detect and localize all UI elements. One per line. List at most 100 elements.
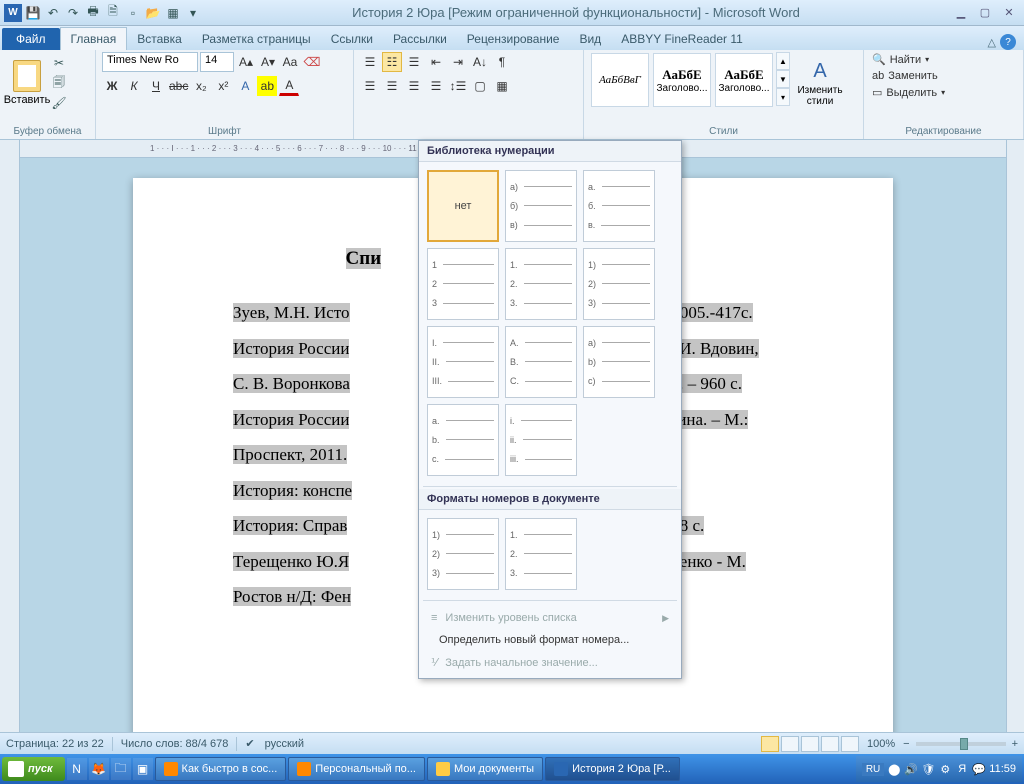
numbering-latin-upper[interactable]: A.B.C. [505, 326, 577, 398]
tray-icon-3[interactable]: 🛡 [921, 762, 935, 776]
table-icon[interactable]: ▦ [164, 4, 182, 22]
align-right-icon[interactable]: ☰ [404, 76, 424, 96]
view-print-layout[interactable] [761, 736, 779, 752]
tray-icon-6[interactable]: 💬 [972, 762, 986, 776]
numbering-digits-paren[interactable]: 1)2)3) [583, 248, 655, 320]
underline-icon[interactable]: Ч [146, 76, 166, 96]
shrink-font-icon[interactable]: A▾ [258, 52, 278, 72]
style-scroll-up[interactable]: ▲ [776, 52, 790, 70]
doc-format-1[interactable]: 1)2)3) [427, 518, 499, 590]
ribbon-minimize-icon[interactable]: △ [988, 36, 996, 49]
spell-check-icon[interactable]: ✔ [245, 737, 254, 750]
clock[interactable]: 11:59 [989, 763, 1016, 775]
tab-insert[interactable]: Вставка [127, 28, 192, 50]
help-icon[interactable]: ? [1000, 34, 1016, 50]
numbering-none[interactable]: нет [427, 170, 499, 242]
increase-indent-icon[interactable]: ⇥ [448, 52, 468, 72]
tray-icon-5[interactable]: Я [955, 762, 969, 776]
font-size-combo[interactable]: 14 [200, 52, 234, 72]
zoom-out-button[interactable]: − [903, 738, 909, 750]
bold-icon[interactable]: Ж [102, 76, 122, 96]
numbering-roman-lower[interactable]: i.ii.iii. [505, 404, 577, 476]
decrease-indent-icon[interactable]: ⇤ [426, 52, 446, 72]
zoom-value[interactable]: 100% [867, 738, 895, 750]
select-button[interactable]: ▭Выделить▾ [870, 85, 947, 100]
style-normal[interactable]: АаБбВвГ [591, 53, 649, 107]
numbering-russian-dot[interactable]: а.б.в. [583, 170, 655, 242]
quicklaunch-2[interactable]: 🦊 [89, 758, 109, 780]
taskbar-task-3[interactable]: История 2 Юра [Р... [545, 757, 680, 781]
line-spacing-icon[interactable]: ↕☰ [448, 76, 468, 96]
maximize-button[interactable]: ▢ [974, 5, 996, 21]
quicklaunch-4[interactable]: ▣ [133, 758, 153, 780]
italic-icon[interactable]: К [124, 76, 144, 96]
taskbar-task-1[interactable]: Персональный по... [288, 757, 425, 781]
align-center-icon[interactable]: ☰ [382, 76, 402, 96]
paste-button[interactable]: Вставить [6, 52, 48, 114]
view-web[interactable] [801, 736, 819, 752]
tab-layout[interactable]: Разметка страницы [192, 28, 321, 50]
zoom-slider[interactable] [916, 742, 1006, 746]
align-left-icon[interactable]: ☰ [360, 76, 380, 96]
word-icon[interactable]: W [4, 4, 22, 22]
doc-format-2[interactable]: 1.2.3. [505, 518, 577, 590]
tray-icon-1[interactable]: ⬤ [887, 762, 901, 776]
define-new-format[interactable]: Определить новый формат номера... [419, 629, 681, 651]
tab-home[interactable]: Главная [60, 27, 128, 50]
numbering-digits-dot[interactable]: 1.2.3. [505, 248, 577, 320]
taskbar-task-0[interactable]: Как быстро в сос... [155, 757, 287, 781]
taskbar-task-2[interactable]: Мои документы [427, 757, 543, 781]
copy-icon[interactable]: 🗐 [50, 74, 68, 92]
font-name-combo[interactable]: Times New Ro [102, 52, 198, 72]
vertical-scrollbar[interactable] [1006, 140, 1024, 732]
text-effects-icon[interactable]: A [235, 76, 255, 96]
status-words[interactable]: Число слов: 88/4 678 [121, 738, 229, 750]
numbering-latin-lower-dot[interactable]: a.b.c. [427, 404, 499, 476]
multilevel-icon[interactable]: ☰ [404, 52, 424, 72]
style-heading2[interactable]: АаБбЕ Заголово... [715, 53, 773, 107]
start-button[interactable]: пуск [2, 757, 65, 781]
numbering-roman-upper[interactable]: I.II.III. [427, 326, 499, 398]
shading-icon[interactable]: ▢ [470, 76, 490, 96]
new-icon[interactable]: ▫ [124, 4, 142, 22]
grow-font-icon[interactable]: A▴ [236, 52, 256, 72]
style-scroll-more[interactable]: ▾ [776, 88, 790, 106]
tab-mailings[interactable]: Рассылки [383, 28, 457, 50]
undo-icon[interactable]: ↶ [44, 4, 62, 22]
replace-button[interactable]: abЗаменить [870, 69, 947, 83]
find-button[interactable]: 🔍Найти▾ [870, 52, 947, 67]
justify-icon[interactable]: ☰ [426, 76, 446, 96]
zoom-in-button[interactable]: + [1012, 738, 1018, 750]
highlight-icon[interactable]: ab [257, 76, 277, 96]
change-styles-button[interactable]: A Изменить стили [792, 52, 848, 114]
tray-icon-4[interactable]: ⚙ [938, 762, 952, 776]
qat-more-icon[interactable]: ▾ [184, 4, 202, 22]
numbering-latin-lower-paren[interactable]: a)b)c) [583, 326, 655, 398]
language-indicator[interactable]: RU [862, 763, 884, 776]
save-icon[interactable]: 💾 [24, 4, 42, 22]
tab-review[interactable]: Рецензирование [457, 28, 570, 50]
show-marks-icon[interactable]: ¶ [492, 52, 512, 72]
minimize-button[interactable]: ▁ [950, 5, 972, 21]
change-case-icon[interactable]: Aa [280, 52, 300, 72]
close-button[interactable]: ✕ [998, 5, 1020, 21]
format-painter-icon[interactable]: 🖌 [50, 94, 68, 112]
quicklaunch-1[interactable]: N [67, 758, 87, 780]
tab-abbyy[interactable]: ABBYY FineReader 11 [611, 28, 753, 50]
view-draft[interactable] [841, 736, 859, 752]
style-heading1[interactable]: АаБбЕ Заголово... [653, 53, 711, 107]
tray-icon-2[interactable]: 🔊 [904, 762, 918, 776]
view-full-screen[interactable] [781, 736, 799, 752]
quick-print-icon[interactable]: 🗎 [104, 4, 122, 22]
superscript-icon[interactable]: x² [213, 76, 233, 96]
tab-references[interactable]: Ссылки [321, 28, 383, 50]
open-icon[interactable]: 📂 [144, 4, 162, 22]
view-outline[interactable] [821, 736, 839, 752]
status-page[interactable]: Страница: 22 из 22 [6, 738, 104, 750]
strike-icon[interactable]: abc [168, 76, 189, 96]
numbering-icon[interactable]: ☷ [382, 52, 402, 72]
file-tab[interactable]: Файл [2, 28, 60, 50]
font-color-icon[interactable]: A [279, 76, 299, 96]
numbering-russian-paren[interactable]: а)б)в) [505, 170, 577, 242]
tab-view[interactable]: Вид [569, 28, 611, 50]
